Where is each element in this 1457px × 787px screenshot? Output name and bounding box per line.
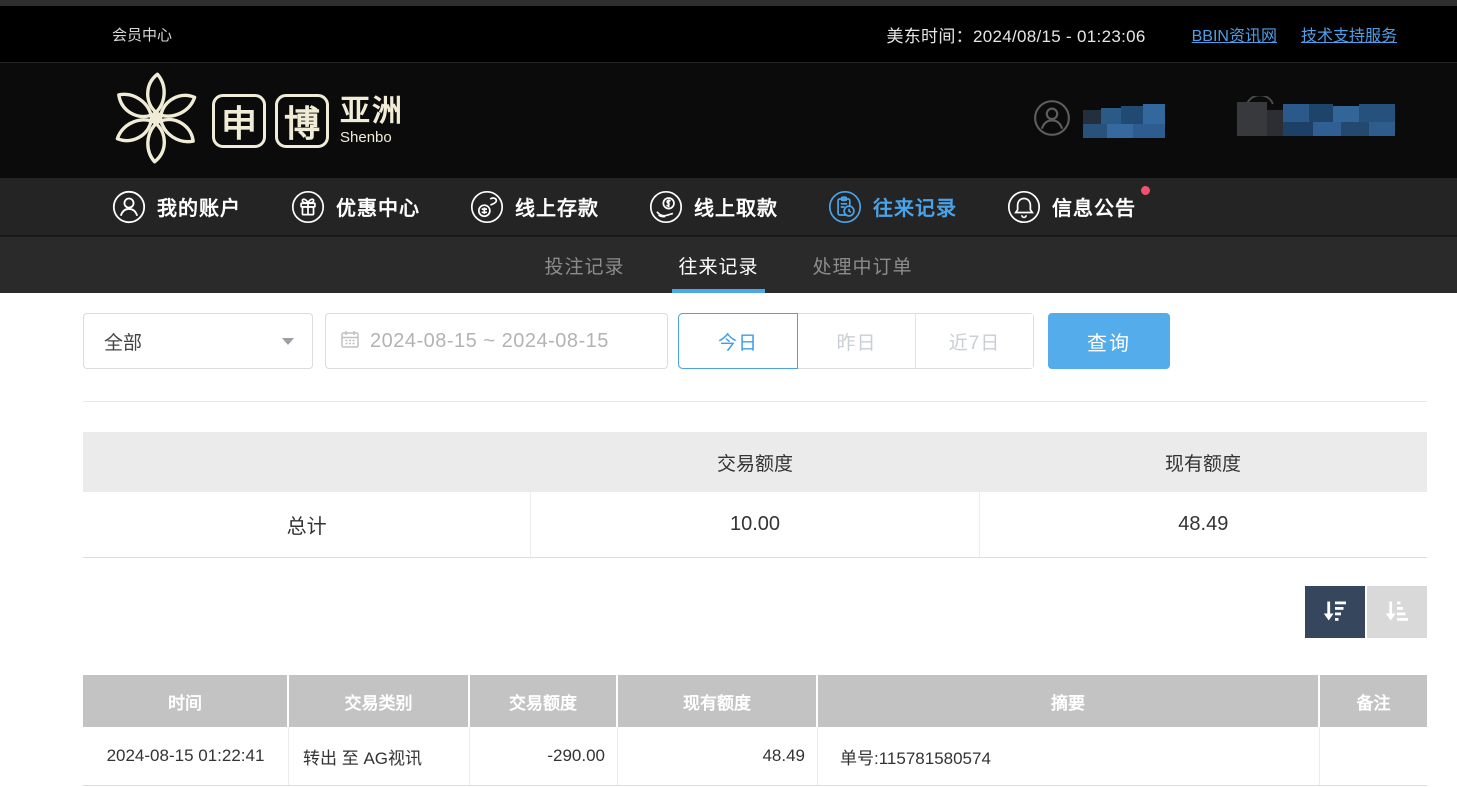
quick-date-buttons: 今日 昨日 近7日 <box>678 313 1034 369</box>
nav-item-withdraw[interactable]: 线上取款 <box>649 190 778 224</box>
user-icon <box>112 190 146 224</box>
sort-ascending-button[interactable] <box>1367 586 1427 638</box>
record-summary: 单号:115781580574 <box>818 727 1320 785</box>
tab-betting-records[interactable]: 投注记录 <box>542 237 626 293</box>
nav-item-label: 线上存款 <box>515 192 599 221</box>
type-select[interactable]: 全部 <box>83 313 313 369</box>
record-type: 转出 至 AG视讯 <box>289 727 470 785</box>
main-navigation: 我的账户 优惠中心 线上存款 <box>0 178 1457 235</box>
summary-header-amount: 交易额度 <box>531 432 979 492</box>
records-header-time: 时间 <box>83 675 289 727</box>
section-divider <box>83 401 1427 402</box>
nav-item-transaction-records[interactable]: 往来记录 <box>828 190 957 224</box>
tab-processing-orders[interactable]: 处理中订单 <box>811 237 915 293</box>
record-time: 2024-08-15 01:22:41 <box>83 727 289 785</box>
chevron-down-icon <box>282 338 294 345</box>
records-header-summary: 摘要 <box>818 675 1320 727</box>
sort-descending-icon <box>1321 597 1349 628</box>
record-amount: -290.00 <box>470 727 618 785</box>
date-range-value: 2024-08-15 ~ 2024-08-15 <box>370 330 609 353</box>
user-account-area[interactable] <box>1033 96 1395 145</box>
nav-item-label: 线上取款 <box>694 192 778 221</box>
bbin-news-link[interactable]: BBIN资讯网 <box>1192 22 1277 46</box>
main-content: 全部 2024-08-15 ~ 2024-08-15 今日 昨日 近7日 查询 <box>0 313 1457 786</box>
records-header-type: 交易类别 <box>289 675 470 727</box>
redacted-username <box>1083 98 1165 143</box>
records-table: 时间 交易类别 交易额度 现有额度 摘要 备注 2024-08-15 01:22… <box>83 675 1427 786</box>
records-table-header: 时间 交易类别 交易额度 现有额度 摘要 备注 <box>83 675 1427 727</box>
date-range-input[interactable]: 2024-08-15 ~ 2024-08-15 <box>325 313 668 369</box>
nav-item-label: 优惠中心 <box>336 192 420 221</box>
topbar: 会员中心 美东时间：2024/08/15 - 01:23:06 BBIN资讯网 … <box>0 6 1457 63</box>
nav-item-deposit[interactable]: 线上存款 <box>470 190 599 224</box>
avatar-icon <box>1033 99 1071 142</box>
member-center-label: 会员中心 <box>112 24 172 45</box>
flower-logo-icon <box>108 70 204 171</box>
tab-transaction-records[interactable]: 往来记录 <box>676 237 760 293</box>
sort-controls <box>0 586 1427 638</box>
table-row: 2024-08-15 01:22:41 转出 至 AG视讯 -290.00 48… <box>83 727 1427 786</box>
quick-button-yesterday[interactable]: 昨日 <box>797 314 915 368</box>
site-logo[interactable]: 申 博 亚洲 Shenbo <box>108 70 404 171</box>
records-header-balance: 现有额度 <box>618 675 818 727</box>
summary-header-empty <box>83 432 531 492</box>
nav-item-my-account[interactable]: 我的账户 <box>112 190 241 224</box>
type-select-value: 全部 <box>104 328 142 355</box>
quick-button-last7days[interactable]: 近7日 <box>915 314 1033 368</box>
logo-char-bo: 博 <box>275 94 329 148</box>
nav-item-announcements[interactable]: 信息公告 <box>1007 190 1136 224</box>
record-balance: 48.49 <box>618 727 818 785</box>
nav-item-label: 往来记录 <box>873 192 957 221</box>
record-remark <box>1320 727 1427 785</box>
calendar-icon <box>340 329 360 354</box>
records-header-remark: 备注 <box>1320 675 1427 727</box>
eastern-time: 美东时间：2024/08/15 - 01:23:06 <box>886 22 1145 47</box>
filter-bar: 全部 2024-08-15 ~ 2024-08-15 今日 昨日 近7日 查询 <box>83 313 1427 369</box>
sort-ascending-icon <box>1383 597 1411 628</box>
tech-support-link[interactable]: 技术支持服务 <box>1301 22 1397 46</box>
clipboard-clock-icon <box>828 190 862 224</box>
summary-header-balance: 现有额度 <box>979 432 1427 492</box>
summary-total-row: 总计 10.00 48.49 <box>83 492 1427 558</box>
header: 申 博 亚洲 Shenbo <box>0 63 1457 178</box>
timezone-label: 美东时间： <box>886 27 973 46</box>
nav-item-label: 我的账户 <box>157 192 241 221</box>
logo-region-cn: 亚洲 <box>340 97 404 127</box>
summary-total-balance: 48.49 <box>980 492 1427 557</box>
summary-table: 交易额度 现有额度 总计 10.00 48.49 <box>83 432 1427 558</box>
withdraw-coin-hand-icon <box>649 190 683 224</box>
sub-tabs: 投注记录 往来记录 处理中订单 <box>0 235 1457 293</box>
logo-char-shen: 申 <box>212 94 266 148</box>
sort-descending-button[interactable] <box>1305 586 1365 638</box>
datetime-value: 2024/08/15 - 01:23:06 <box>973 27 1146 46</box>
quick-button-today[interactable]: 今日 <box>679 314 797 368</box>
search-button[interactable]: 查询 <box>1048 313 1170 369</box>
logo-region-en: Shenbo <box>340 130 404 145</box>
bell-icon <box>1007 190 1041 224</box>
summary-table-header: 交易额度 现有额度 <box>83 432 1427 492</box>
redacted-balance <box>1225 96 1395 145</box>
records-header-amount: 交易额度 <box>470 675 618 727</box>
deposit-coin-hand-icon <box>470 190 504 224</box>
notification-dot <box>1141 186 1150 195</box>
gift-icon <box>291 190 325 224</box>
logo-region: 亚洲 Shenbo <box>340 97 404 145</box>
nav-item-label: 信息公告 <box>1052 192 1136 221</box>
nav-item-promotions[interactable]: 优惠中心 <box>291 190 420 224</box>
summary-total-label: 总计 <box>83 492 531 557</box>
summary-total-amount: 10.00 <box>531 492 979 557</box>
topbar-right: 美东时间：2024/08/15 - 01:23:06 BBIN资讯网 技术支持服… <box>886 22 1397 47</box>
